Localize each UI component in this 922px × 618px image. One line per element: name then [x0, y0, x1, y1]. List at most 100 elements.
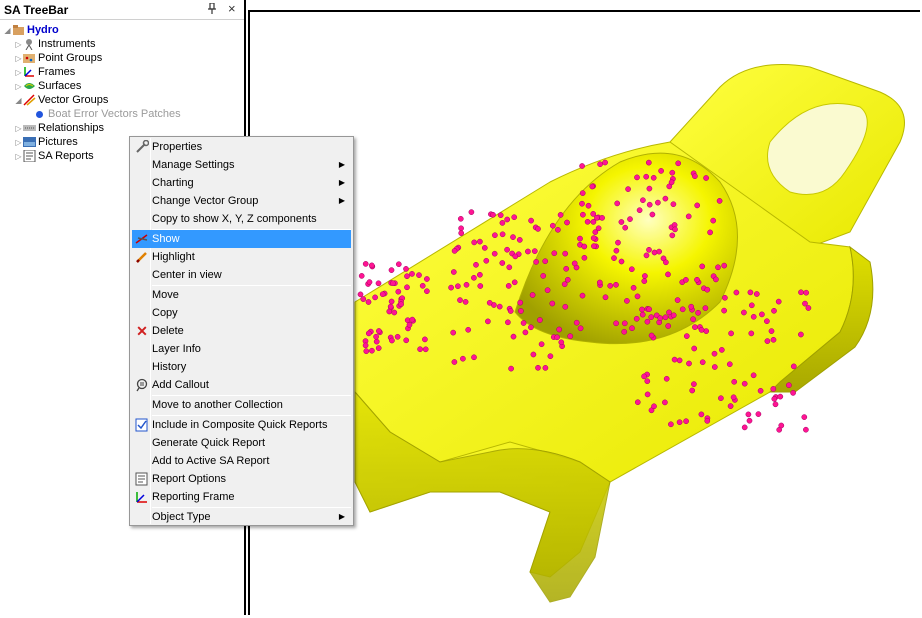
error-vector-point	[505, 319, 511, 326]
menu-item-add-callout[interactable]: Add Callout	[132, 376, 351, 394]
error-vector-point	[511, 214, 518, 221]
expand-arrow-icon[interactable]: ▷	[14, 122, 23, 136]
menu-item-label: Layer Info	[152, 343, 201, 355]
menu-item-layer-info[interactable]: Layer Info	[132, 340, 351, 358]
error-vector-point	[648, 314, 655, 320]
error-vector-point	[748, 330, 755, 337]
pin-icon[interactable]	[207, 2, 217, 17]
tree-item-hydro[interactable]: ◢ Hydro	[3, 23, 59, 38]
error-vector-point	[615, 239, 621, 246]
error-vector-point	[611, 255, 617, 261]
tree-item-label: Hydro	[27, 24, 59, 36]
error-vector-point	[485, 318, 491, 325]
error-vector-point	[748, 302, 755, 309]
error-vector-point	[702, 305, 709, 311]
highlight-icon	[135, 250, 149, 264]
error-vector-point	[549, 300, 556, 307]
expand-arrow-icon[interactable]: ▷	[14, 52, 23, 66]
error-vector-point	[642, 273, 648, 279]
menu-item-highlight[interactable]: Highlight	[132, 248, 351, 266]
menu-item-include-composite[interactable]: Include in Composite Quick Reports	[132, 416, 351, 434]
error-vector-point	[390, 280, 396, 287]
error-vector-point	[691, 381, 697, 387]
tree-item-relationships[interactable]: ▷ Relationships	[14, 121, 104, 135]
menu-item-reporting-frame[interactable]: Reporting Frame	[132, 488, 351, 506]
relationships-icon	[23, 122, 36, 134]
error-vector-point	[422, 336, 428, 343]
collapse-arrow-icon[interactable]: ◢	[3, 24, 12, 38]
menu-item-change-vector-group[interactable]: Change Vector Group ▶	[132, 192, 351, 210]
error-vector-point	[394, 333, 401, 340]
menu-item-center-in-view[interactable]: Center in view	[132, 266, 351, 284]
menu-item-copy[interactable]: Copy	[132, 304, 351, 322]
menu-item-properties[interactable]: Properties	[132, 138, 351, 156]
error-vector-point	[790, 363, 797, 370]
tree-item-pictures[interactable]: ▷ Pictures	[14, 135, 77, 150]
error-vector-point	[406, 321, 413, 328]
tree-item-point-groups[interactable]: ▷ Point Groups	[14, 51, 102, 65]
error-vector-point	[375, 280, 382, 287]
tree-item-label: Vector Groups	[38, 94, 109, 106]
error-vector-point	[457, 215, 464, 222]
instrument-icon	[23, 38, 36, 51]
error-vector-point	[656, 248, 662, 255]
menu-item-label: Reporting Frame	[152, 491, 235, 503]
error-vector-point	[522, 329, 529, 336]
menu-item-add-to-active-report[interactable]: Add to Active SA Report	[132, 452, 351, 470]
expand-arrow-icon[interactable]: ▷	[14, 136, 23, 150]
menu-item-label: History	[152, 361, 187, 373]
menu-item-move[interactable]: Move	[132, 286, 351, 304]
error-vector-point	[564, 276, 571, 283]
tree-item-instruments[interactable]: ▷ Instruments	[14, 37, 95, 51]
error-vector-point	[731, 378, 738, 385]
menu-item-history[interactable]: History	[132, 358, 351, 376]
error-vector-point	[686, 360, 692, 367]
error-vector-point	[625, 186, 631, 192]
error-vector-point	[755, 411, 762, 417]
error-vector-point	[477, 283, 484, 289]
error-vector-point	[694, 276, 700, 283]
menu-item-generate-quick-report[interactable]: Generate Quick Report	[132, 434, 351, 452]
error-vector-point	[477, 238, 483, 245]
error-vector-point	[676, 357, 683, 364]
tree-item-surfaces[interactable]: ▷ Surfaces	[14, 79, 81, 93]
error-vector-point	[358, 273, 365, 279]
tree-item-sa-reports[interactable]: ▷ SA Reports	[14, 149, 94, 163]
menu-item-label: Move to another Collection	[152, 399, 283, 411]
menu-item-object-type[interactable]: Object Type ▶	[132, 508, 351, 526]
error-vector-point	[507, 308, 514, 314]
menu-item-delete[interactable]: ✕ Delete	[132, 322, 351, 340]
expand-arrow-icon[interactable]: ▷	[14, 80, 23, 94]
error-vector-point	[655, 199, 661, 206]
menu-item-manage-settings[interactable]: Manage Settings ▶	[132, 156, 351, 174]
tree-item-boat-error-vectors[interactable]: Boat Error Vectors Patches	[36, 107, 181, 121]
expand-arrow-icon[interactable]: ▷	[14, 66, 23, 80]
tree-item-vector-groups[interactable]: ◢ Vector Groups	[14, 93, 108, 107]
error-vector-point	[388, 298, 395, 305]
menu-item-copy-xyz[interactable]: Copy to show X, Y, Z components	[132, 210, 351, 228]
error-vector-point	[683, 277, 689, 283]
close-icon[interactable]: ×	[228, 1, 236, 16]
menu-item-charting[interactable]: Charting ▶	[132, 174, 351, 192]
delete-x-icon: ✕	[136, 323, 148, 339]
menu-item-report-options[interactable]: Report Options	[132, 470, 351, 488]
tree-item-label: Frames	[38, 66, 76, 78]
error-vector-point	[764, 338, 771, 344]
menu-item-label: Charting	[152, 177, 194, 189]
error-vector-point	[669, 169, 676, 176]
error-vector-point	[518, 308, 524, 314]
error-vector-point	[540, 273, 547, 279]
error-vector-point	[665, 323, 672, 329]
error-vector-point	[520, 320, 527, 326]
expand-arrow-icon[interactable]: ▷	[14, 150, 23, 164]
tree-item-frames[interactable]: ▷ Frames	[14, 65, 75, 79]
menu-item-show[interactable]: Show	[132, 230, 351, 248]
error-vector-point	[563, 265, 570, 272]
error-vector-point	[770, 336, 777, 343]
collapse-arrow-icon[interactable]: ◢	[14, 94, 23, 108]
sa-reports-icon	[23, 149, 36, 163]
menu-item-move-to-collection[interactable]: Move to another Collection	[132, 396, 351, 414]
error-vector-point	[388, 267, 395, 273]
frames-icon	[23, 66, 36, 78]
expand-arrow-icon[interactable]: ▷	[14, 38, 23, 52]
